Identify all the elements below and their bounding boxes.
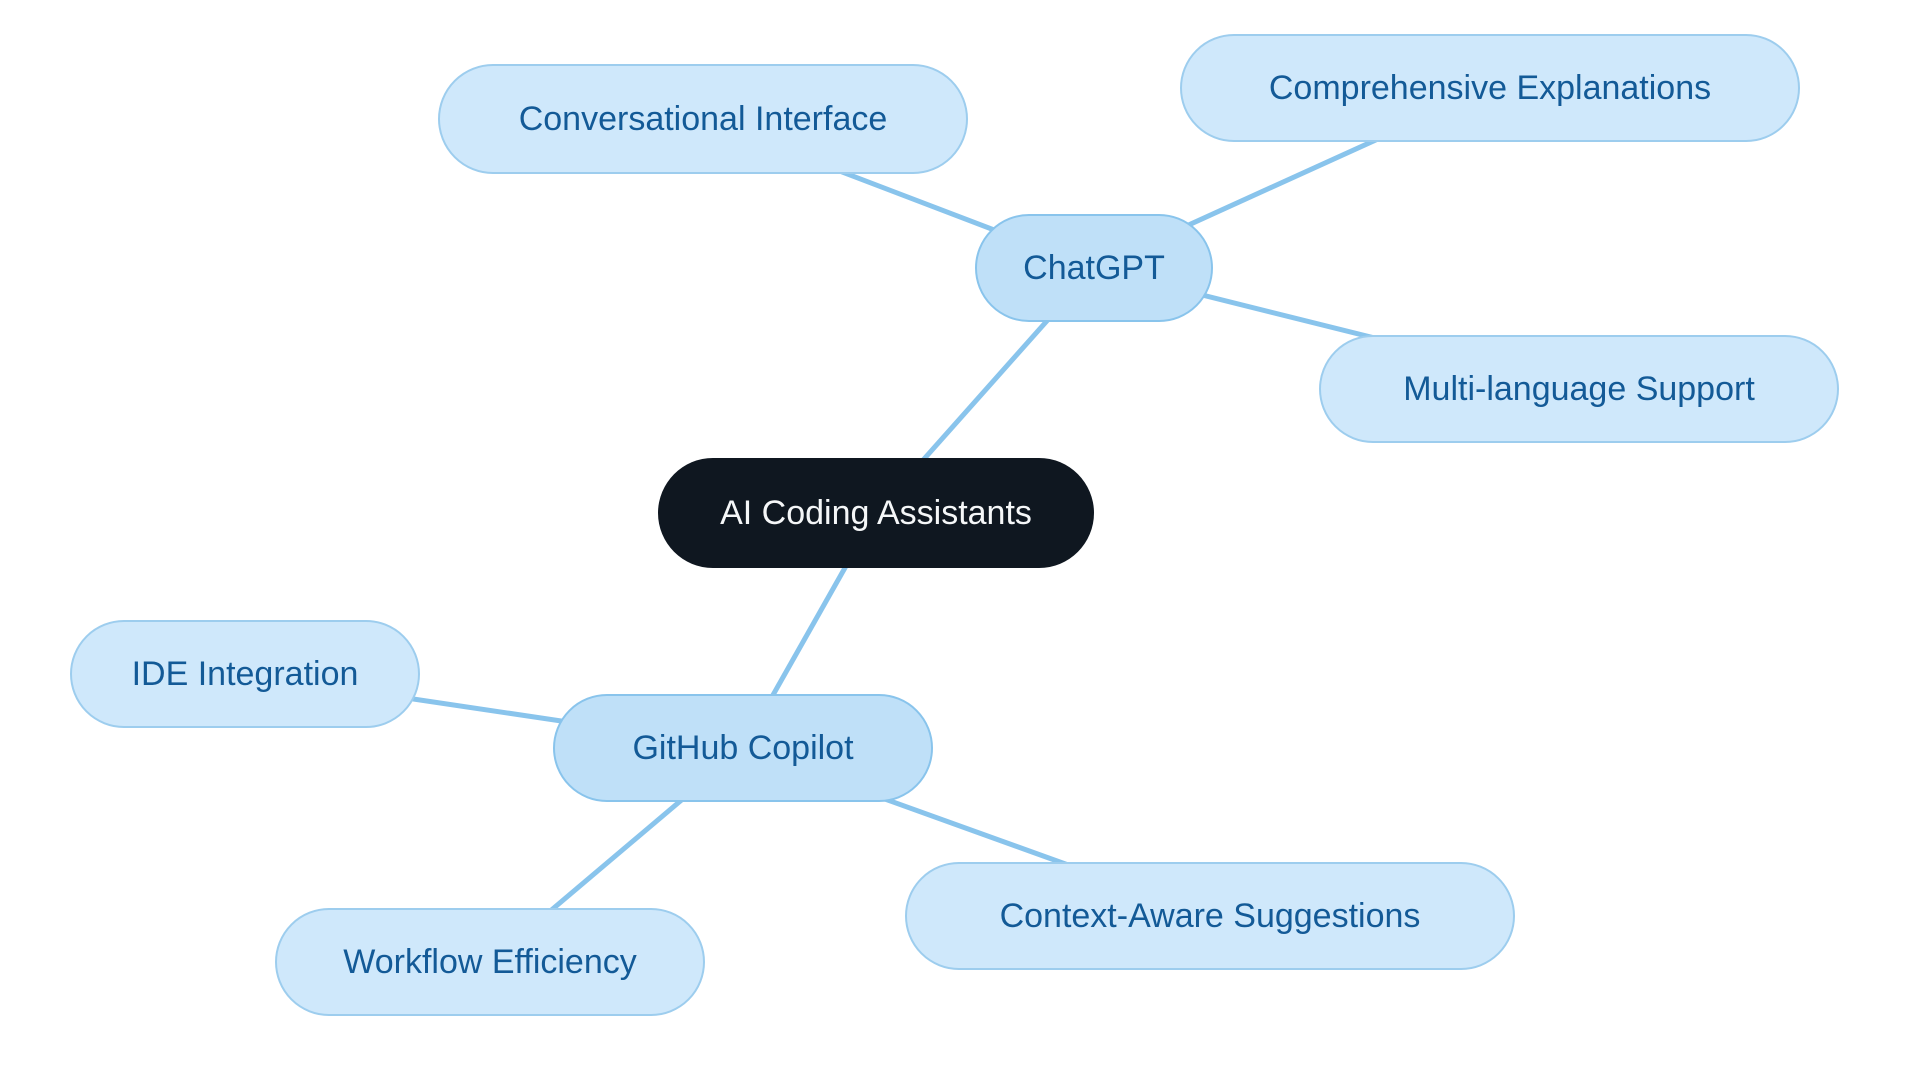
node-context-label: Context-Aware Suggestions	[1000, 896, 1421, 937]
node-comprehensive-label: Comprehensive Explanations	[1269, 68, 1711, 109]
node-chatgpt-label: ChatGPT	[1023, 248, 1165, 289]
node-comprehensive[interactable]: Comprehensive Explanations	[1180, 34, 1800, 142]
node-ide-label: IDE Integration	[132, 654, 359, 695]
node-copilot[interactable]: GitHub Copilot	[553, 694, 933, 802]
node-multilang[interactable]: Multi-language Support	[1319, 335, 1839, 443]
node-workflow[interactable]: Workflow Efficiency	[275, 908, 705, 1016]
node-workflow-label: Workflow Efficiency	[343, 942, 637, 983]
node-chatgpt[interactable]: ChatGPT	[975, 214, 1213, 322]
node-root-label: AI Coding Assistants	[720, 493, 1032, 534]
node-context[interactable]: Context-Aware Suggestions	[905, 862, 1515, 970]
node-multilang-label: Multi-language Support	[1403, 369, 1755, 410]
node-conversational[interactable]: Conversational Interface	[438, 64, 968, 174]
node-conversational-label: Conversational Interface	[519, 99, 888, 140]
node-ide[interactable]: IDE Integration	[70, 620, 420, 728]
mindmap-canvas: AI Coding Assistants ChatGPT GitHub Copi…	[0, 0, 1920, 1083]
node-copilot-label: GitHub Copilot	[632, 728, 853, 769]
node-root[interactable]: AI Coding Assistants	[658, 458, 1094, 568]
